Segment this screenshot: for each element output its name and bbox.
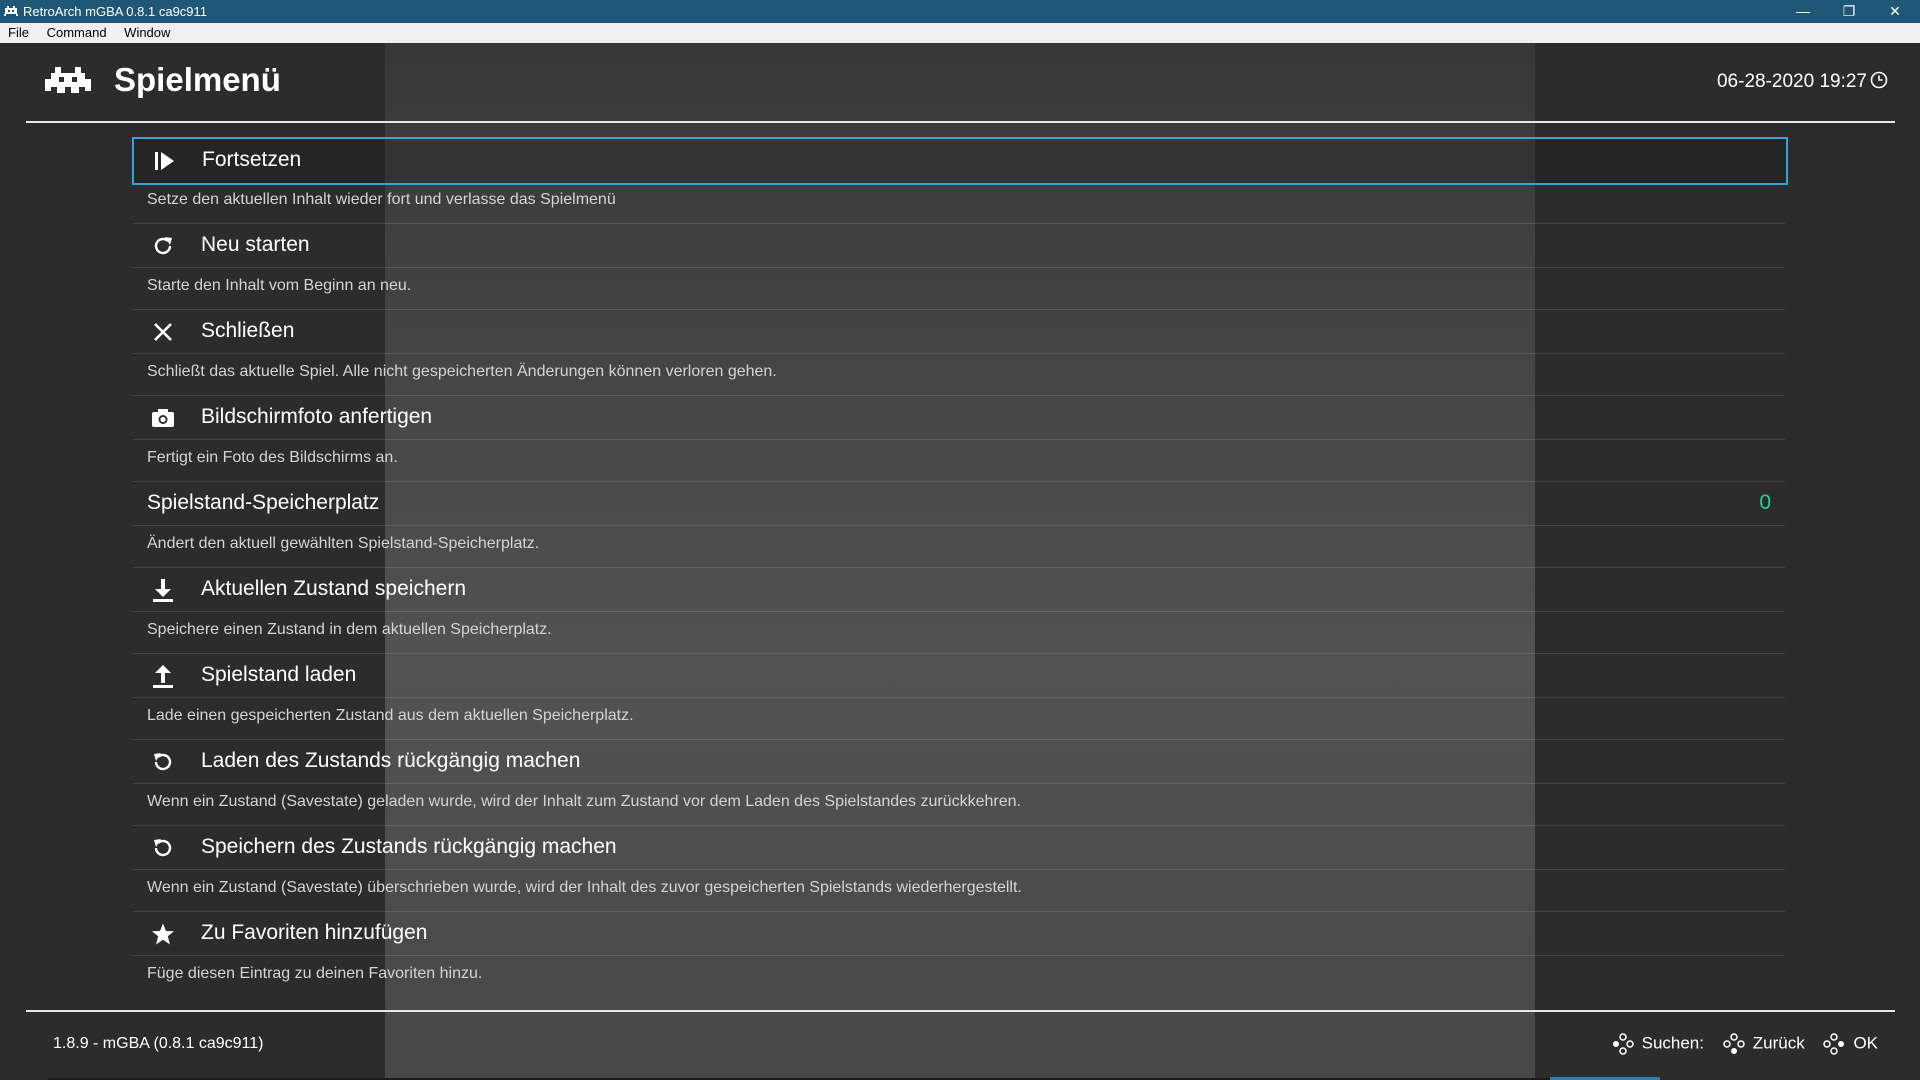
- menu-item-sublabel: Wenn ein Zustand (Savestate) überschrieb…: [147, 879, 1022, 896]
- restore-icon[interactable]: ❐: [1826, 0, 1872, 23]
- menu-item-save-state[interactable]: Aktuellen Zustand speichern Speichere ei…: [133, 568, 1787, 654]
- menu-header: Spielmenü 06-28-2020 19:27: [0, 43, 1920, 121]
- datetime: 06-28-2020 19:27: [1716, 71, 1867, 92]
- minimize-icon[interactable]: —: [1780, 0, 1826, 23]
- menu-item-label: Schließen: [201, 319, 295, 342]
- menu-item-label: Laden des Zustands rückgängig machen: [201, 749, 581, 772]
- footer-divider: [26, 1010, 1895, 1012]
- window-title: RetroArch mGBA 0.8.1 ca9c911: [23, 4, 208, 19]
- menu-item-label: Neu starten: [201, 233, 310, 256]
- menu-item-sublabel: Fertigt ein Foto des Bildschirms an.: [147, 449, 398, 466]
- back-hint[interactable]: Zurück: [1722, 1033, 1805, 1055]
- core-info: 1.8.9 - mGBA (0.8.1 ca9c911): [53, 1035, 264, 1052]
- menubar: File Command Window: [0, 23, 1920, 43]
- menu-item-sublabel: Ändert den aktuell gewählten Spielstand-…: [147, 535, 540, 552]
- menu-item-sublabel: Setze den aktuellen Inhalt wieder fort u…: [147, 191, 616, 208]
- ok-hint-label: OK: [1853, 1033, 1878, 1053]
- menu-item-label: Spielstand-Speicherplatz: [147, 491, 380, 514]
- window-titlebar: RetroArch mGBA 0.8.1 ca9c911 — ❐ ✕: [0, 0, 1920, 23]
- menu-item-sublabel: Speichere einen Zustand in dem aktuellen…: [147, 621, 552, 638]
- menu-item-row: Schließen: [133, 310, 1785, 354]
- menu-item-sublabel: Lade einen gespeicherten Zustand aus dem…: [147, 707, 634, 724]
- undo-save-icon: [154, 839, 172, 857]
- menu-item-sublabel: Wenn ein Zustand (Savestate) geladen wur…: [147, 793, 1021, 810]
- menu-item-label: Bildschirmfoto anfertigen: [201, 405, 433, 428]
- save-state-icon: [153, 579, 173, 602]
- gamepad-buttons-icon: [1823, 1033, 1845, 1055]
- menu-item-add-favorite[interactable]: Zu Favoriten hinzufügen Füge diesen Eint…: [133, 912, 1787, 998]
- restart-icon: [154, 237, 172, 255]
- menu-item-sublabel: Füge diesen Eintrag zu deinen Favoriten …: [147, 965, 483, 982]
- menu-item-row: Neu starten: [133, 224, 1785, 268]
- close-icon[interactable]: ✕: [1872, 0, 1918, 23]
- menu-item-row: Bildschirmfoto anfertigen: [133, 396, 1785, 440]
- menu-item-label: Fortsetzen: [202, 148, 302, 171]
- camera-icon: [152, 409, 174, 427]
- resume-icon: [155, 152, 174, 170]
- menu-item-row: Spielstand-Speicherplatz 0: [133, 482, 1785, 526]
- search-hint-label: Suchen:: [1641, 1033, 1704, 1053]
- menu-item-undo-save[interactable]: Speichern des Zustands rückgängig machen…: [133, 826, 1787, 912]
- menu-item-undo-load[interactable]: Laden des Zustands rückgängig machen Wen…: [133, 740, 1787, 826]
- menu-item-load-state[interactable]: Spielstand laden Lade einen gespeicherte…: [133, 654, 1787, 740]
- star-icon: [152, 923, 174, 945]
- back-hint-label: Zurück: [1752, 1033, 1805, 1053]
- retroarch-app-icon: [4, 6, 18, 16]
- menu-command[interactable]: Command: [39, 23, 107, 40]
- menu-item-resume[interactable]: Fortsetzen Setze den aktuellen Inhalt wi…: [132, 137, 1788, 224]
- menu-item-row: Speichern des Zustands rückgängig machen: [133, 826, 1785, 870]
- page-title: Spielmenü: [114, 61, 281, 98]
- menu-file[interactable]: File: [0, 23, 29, 40]
- ok-hint[interactable]: OK: [1823, 1033, 1878, 1055]
- menu-item-label: Speichern des Zustands rückgängig machen: [201, 835, 617, 858]
- quick-menu-list: Fortsetzen Setze den aktuellen Inhalt wi…: [132, 137, 1788, 998]
- menu-item-label: Aktuellen Zustand speichern: [201, 577, 466, 600]
- close-content-icon: [154, 323, 172, 341]
- menu-item-row: Spielstand laden: [133, 654, 1785, 698]
- menu-item-screenshot[interactable]: Bildschirmfoto anfertigen Fertigt ein Fo…: [133, 396, 1787, 482]
- menu-item-row: Zu Favoriten hinzufügen: [133, 912, 1785, 956]
- quick-menu-screen: Spielmenü 06-28-2020 19:27 Fortsetzen Se…: [0, 43, 1920, 1080]
- menu-item-state-slot[interactable]: Spielstand-Speicherplatz 0 Ändert den ak…: [133, 482, 1787, 568]
- clock-icon: [1870, 71, 1888, 89]
- menu-item-label: Zu Favoriten hinzufügen: [201, 921, 428, 944]
- selection-highlight: Fortsetzen: [132, 137, 1788, 185]
- retroarch-invader-icon: [45, 67, 91, 93]
- menu-item-row: Laden des Zustands rückgängig machen: [133, 740, 1785, 784]
- menu-item-label: Spielstand laden: [201, 663, 357, 686]
- button-hints: Suchen: Zurück OK: [1598, 1033, 1878, 1055]
- menu-item-restart[interactable]: Neu starten Starte den Inhalt vom Beginn…: [133, 224, 1787, 310]
- gamepad-buttons-icon: [1612, 1033, 1634, 1055]
- menu-item-close-content[interactable]: Schließen Schließt das aktuelle Spiel. A…: [133, 310, 1787, 396]
- menu-item-row: Aktuellen Zustand speichern: [133, 568, 1785, 612]
- menu-item-sublabel: Starte den Inhalt vom Beginn an neu.: [147, 277, 412, 294]
- load-state-icon: [153, 665, 173, 688]
- menu-item-sublabel: Schließt das aktuelle Spiel. Alle nicht …: [147, 363, 777, 380]
- search-hint[interactable]: Suchen:: [1612, 1033, 1704, 1055]
- header-divider: [26, 121, 1895, 123]
- menu-window[interactable]: Window: [116, 23, 170, 40]
- undo-load-icon: [154, 753, 172, 771]
- gamepad-buttons-icon: [1722, 1033, 1745, 1054]
- state-slot-value: 0: [1759, 491, 1771, 514]
